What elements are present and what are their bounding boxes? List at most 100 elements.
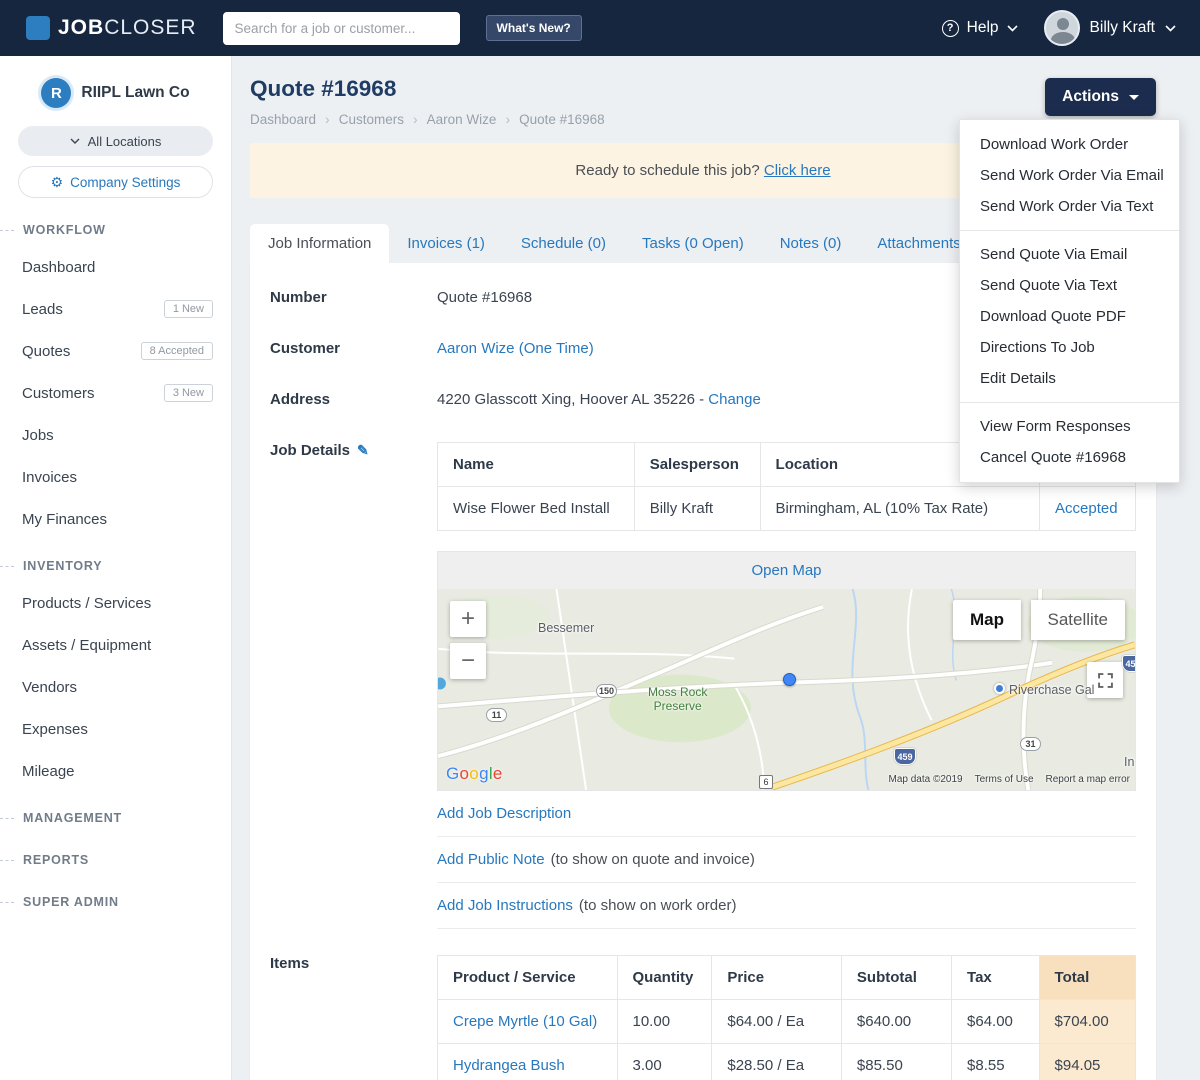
section-dash-icon xyxy=(0,817,14,819)
app-logo[interactable]: JOBCLOSER xyxy=(26,16,197,40)
help-menu[interactable]: ? Help xyxy=(941,19,1018,37)
sidebar-item-label: My Finances xyxy=(22,510,108,528)
total-cell: $94.05 xyxy=(1038,1043,1137,1080)
sidebar-item-label: Invoices xyxy=(22,468,78,486)
menu-item-edit-details[interactable]: Edit Details xyxy=(960,363,1179,394)
job-details-row: Wise Flower Bed Install Billy Kraft Birm… xyxy=(437,486,1136,531)
menu-divider xyxy=(960,230,1179,231)
sidebar-section-inventory[interactable]: INVENTORY xyxy=(0,540,231,582)
breadcrumb: Dashboard › Customers › Aaron Wize › Quo… xyxy=(250,111,605,127)
sidebar-item-quotes[interactable]: Quotes 8 Accepted xyxy=(0,330,231,372)
terms-of-use-link[interactable]: Terms of Use xyxy=(975,774,1034,785)
map-embed[interactable]: + − Map Satellite Bessemer Moss Rock Pre… xyxy=(437,589,1136,791)
sidebar: R RIIPL Lawn Co All Locations ⚙ Company … xyxy=(0,56,232,1080)
sidebar-section-workflow[interactable]: WORKFLOW xyxy=(0,204,231,246)
sidebar-item-label: Expenses xyxy=(22,720,88,738)
sidebar-item-expenses[interactable]: Expenses xyxy=(0,708,231,750)
all-locations-dropdown[interactable]: All Locations xyxy=(18,126,213,156)
menu-item-view-form-responses[interactable]: View Form Responses xyxy=(960,411,1179,442)
breadcrumb-customers[interactable]: Customers xyxy=(339,112,404,127)
open-map-link[interactable]: Open Map xyxy=(751,562,821,579)
sidebar-item-mileage[interactable]: Mileage xyxy=(0,750,231,792)
zoom-out-button[interactable]: − xyxy=(450,643,486,679)
sidebar-item-customers[interactable]: Customers 3 New xyxy=(0,372,231,414)
sidebar-section-management[interactable]: MANAGEMENT xyxy=(0,792,231,834)
menu-item-send-work-order-email[interactable]: Send Work Order Via Email xyxy=(960,160,1179,191)
sidebar-item-jobs[interactable]: Jobs xyxy=(0,414,231,456)
actions-button[interactable]: Actions xyxy=(1045,78,1156,116)
global-search-input[interactable] xyxy=(222,11,460,45)
add-job-description-link[interactable]: Add Job Description xyxy=(437,805,571,822)
page-title: Quote #16968 xyxy=(250,76,397,101)
customer-link[interactable]: Aaron Wize (One Time) xyxy=(437,340,594,357)
tab-schedule[interactable]: Schedule (0) xyxy=(503,224,624,263)
sidebar-item-assets-equipment[interactable]: Assets / Equipment xyxy=(0,624,231,666)
sidebar-item-products-services[interactable]: Products / Services xyxy=(0,582,231,624)
google-logo[interactable]: Google xyxy=(446,764,503,784)
tab-tasks[interactable]: Tasks (0 Open) xyxy=(624,224,762,263)
report-map-error-link[interactable]: Report a map error xyxy=(1046,774,1130,785)
breadcrumb-dashboard[interactable]: Dashboard xyxy=(250,112,316,127)
add-public-note-link[interactable]: Add Public Note xyxy=(437,851,545,868)
tab-job-information[interactable]: Job Information xyxy=(250,224,390,263)
breadcrumb-separator: › xyxy=(505,111,511,127)
col-total: Total xyxy=(1038,955,1137,1000)
sidebar-section-reports[interactable]: REPORTS xyxy=(0,834,231,876)
map-marker[interactable] xyxy=(783,673,796,686)
map-view-button[interactable]: Map xyxy=(953,600,1021,640)
product-link[interactable]: Crepe Myrtle (10 Gal) xyxy=(453,1013,597,1030)
address-change-link[interactable]: Change xyxy=(708,391,761,408)
breadcrumb-customer-name[interactable]: Aaron Wize xyxy=(427,112,497,127)
sidebar-item-invoices[interactable]: Invoices xyxy=(0,456,231,498)
sidebar-section-super-admin[interactable]: SUPER ADMIN xyxy=(0,876,231,918)
tax-cell: $8.55 xyxy=(951,1043,1040,1080)
add-job-instructions-link[interactable]: Add Job Instructions xyxy=(437,897,573,914)
caret-down-icon xyxy=(1129,94,1139,100)
navbar-right: ? Help Billy Kraft xyxy=(941,10,1176,46)
user-menu[interactable]: Billy Kraft xyxy=(1043,10,1176,46)
subtotal-cell: $85.50 xyxy=(840,1043,953,1080)
map-attribution: Map data ©2019 Terms of Use Report a map… xyxy=(889,774,1130,785)
job-name-cell: Wise Flower Bed Install xyxy=(437,486,635,531)
menu-item-send-work-order-text[interactable]: Send Work Order Via Text xyxy=(960,191,1179,222)
product-link[interactable]: Hydrangea Bush xyxy=(453,1057,565,1074)
menu-item-directions-to-job[interactable]: Directions To Job xyxy=(960,332,1179,363)
price-cell: $64.00 / Ea xyxy=(711,999,842,1044)
sidebar-item-dashboard[interactable]: Dashboard xyxy=(0,246,231,288)
breadcrumb-current: Quote #16968 xyxy=(519,111,605,127)
sidebar-item-label: Vendors xyxy=(22,678,78,696)
tab-invoices[interactable]: Invoices (1) xyxy=(389,224,503,263)
menu-item-download-work-order[interactable]: Download Work Order xyxy=(960,129,1179,160)
customers-badge: 3 New xyxy=(163,384,213,402)
satellite-view-button[interactable]: Satellite xyxy=(1030,600,1125,640)
add-job-description-row: Add Job Description xyxy=(437,791,1136,837)
chevron-down-icon xyxy=(70,138,80,144)
menu-item-send-quote-text[interactable]: Send Quote Via Text xyxy=(960,270,1179,301)
section-label: REPORTS xyxy=(23,853,90,867)
quantity-cell: 10.00 xyxy=(616,999,713,1044)
quotes-badge: 8 Accepted xyxy=(140,342,213,360)
company-name: RIIPL Lawn Co xyxy=(81,84,190,101)
company-settings-button[interactable]: ⚙ Company Settings xyxy=(18,166,213,198)
sidebar-item-leads[interactable]: Leads 1 New xyxy=(0,288,231,330)
item-row: Crepe Myrtle (10 Gal) 10.00 $64.00 / Ea … xyxy=(437,999,1137,1044)
breadcrumb-separator: › xyxy=(412,111,418,127)
sidebar-item-label: Products / Services xyxy=(22,594,152,612)
sidebar-item-vendors[interactable]: Vendors xyxy=(0,666,231,708)
menu-item-cancel-quote[interactable]: Cancel Quote #16968 xyxy=(960,442,1179,473)
menu-item-download-quote-pdf[interactable]: Download Quote PDF xyxy=(960,301,1179,332)
sidebar-item-my-finances[interactable]: My Finances xyxy=(0,498,231,540)
alert-click-here-link[interactable]: Click here xyxy=(764,162,831,179)
subtotal-cell: $640.00 xyxy=(840,999,953,1044)
whats-new-button[interactable]: What's New? xyxy=(485,15,582,41)
add-job-instructions-row: Add Job Instructions (to show on work or… xyxy=(437,883,1136,929)
col-subtotal: Subtotal xyxy=(840,955,953,1000)
tab-notes[interactable]: Notes (0) xyxy=(762,224,860,263)
col-salesperson: Salesperson xyxy=(633,442,761,487)
edit-pencil-icon[interactable]: ✎ xyxy=(357,442,369,458)
zoom-in-button[interactable]: + xyxy=(450,601,486,637)
breadcrumb-separator: › xyxy=(325,111,330,127)
job-details-label: Job Details xyxy=(270,442,351,459)
menu-item-send-quote-email[interactable]: Send Quote Via Email xyxy=(960,239,1179,270)
gear-icon: ⚙ xyxy=(50,174,64,190)
